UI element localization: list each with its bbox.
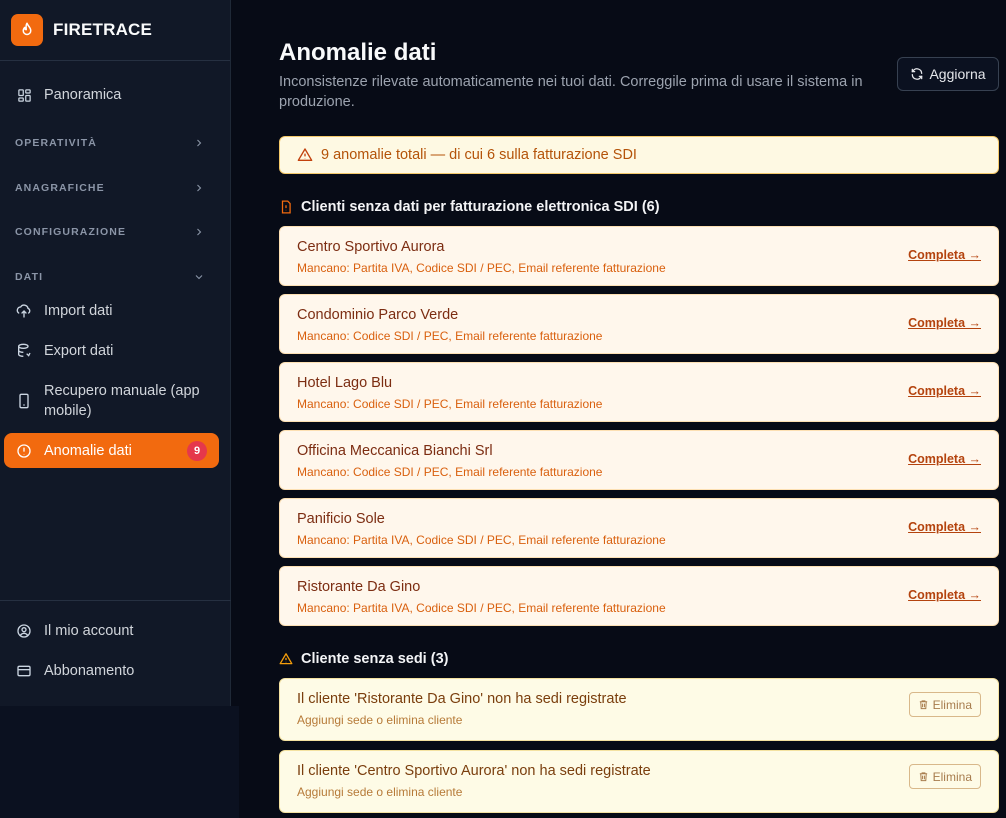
missing-fields: Mancano: Partita IVA, Codice SDI / PEC, … [297,601,666,615]
group-title-text: Cliente senza sedi (3) [301,651,449,667]
section-configurazione[interactable]: CONFIGURAZIONE [15,226,205,238]
list-item: Condominio Parco Verde Mancano: Codice S… [279,294,999,354]
missing-fields: Mancano: Partita IVA, Codice SDI / PEC, … [297,533,666,547]
list-item: Officina Meccanica Bianchi Srl Mancano: … [279,430,999,490]
dashboard-icon [16,87,32,103]
chevron-down-icon [193,271,205,283]
refresh-button[interactable]: Aggiorna [897,57,999,91]
alert-circle-icon [16,443,32,459]
refresh-icon [910,67,924,81]
sidebar-item-manual-recovery[interactable]: Recupero manuale (app mobile) [4,380,219,422]
complete-link[interactable]: Completa → [908,452,981,466]
list-item: Il cliente 'Ristorante Da Gino' non ha s… [279,678,999,741]
complete-link[interactable]: Completa → [908,520,981,534]
credit-card-icon [16,663,32,679]
complete-link[interactable]: Completa → [908,588,981,602]
page-subtitle: Inconsistenze rilevate automaticamente n… [279,74,863,110]
anomaly-hint: Aggiungi sede o elimina cliente [297,785,463,799]
sidebar-item-anomalies[interactable]: Anomalie dati 9 [4,433,219,468]
sidebar-item-panoramica[interactable]: Panoramica [4,84,219,106]
summary-text: 9 anomalie totali — di cui 6 sulla fattu… [321,147,637,163]
delete-label: Elimina [932,697,972,712]
list-item: Hotel Lago Blu Mancano: Codice SDI / PEC… [279,362,999,422]
upload-cloud-icon [16,303,32,319]
complete-link[interactable]: Completa → [908,248,981,262]
complete-link[interactable]: Completa → [908,384,981,398]
chevron-right-icon [193,226,205,238]
client-name: Officina Meccanica Bianchi Srl [297,443,493,459]
sidebar-item-import[interactable]: Import dati [4,300,219,322]
list-item: Panificio Sole Mancano: Partita IVA, Cod… [279,498,999,558]
trash-icon [918,771,929,782]
section-label: OPERATIVITÀ [15,137,97,149]
file-alert-icon [279,200,293,214]
group-title-text: Clienti senza dati per fatturazione elet… [301,199,660,215]
sidebar-item-label: Anomalie dati [44,442,132,459]
missing-fields: Mancano: Codice SDI / PEC, Email referen… [297,397,603,411]
client-name: Ristorante Da Gino [297,579,421,595]
complete-link[interactable]: Completa → [908,316,981,330]
sidebar-item-label: Panoramica [44,87,122,103]
trash-icon [918,699,929,710]
client-name: Panificio Sole [297,511,385,527]
warning-triangle-icon [279,652,293,666]
client-name: Hotel Lago Blu [297,375,393,391]
divider [0,600,231,601]
sidebar-item-label: Export dati [44,343,114,359]
count-badge: 9 [187,440,207,461]
sidebar: FIRETRACE Panoramica OPERATIVITÀ ANAGRAF… [0,0,231,706]
list-item: Centro Sportivo Aurora Mancano: Partita … [279,226,999,286]
smartphone-icon [16,393,32,409]
app-name: FIRETRACE [53,20,153,39]
section-label: DATI [15,271,44,283]
list-item: Ristorante Da Gino Mancano: Partita IVA,… [279,566,999,626]
sidebar-item-label: Abbonamento [44,663,135,679]
brand[interactable]: FIRETRACE [0,0,230,61]
anomaly-hint: Aggiungi sede o elimina cliente [297,713,463,727]
section-dati[interactable]: DATI [15,271,205,283]
refresh-label: Aggiorna [929,66,986,82]
sidebar-item-label: Il mio account [44,623,134,639]
anomaly-message: Il cliente 'Ristorante Da Gino' non ha s… [297,691,627,707]
database-export-icon [16,343,32,359]
chevron-right-icon [193,137,205,149]
page-title: Anomalie dati [279,39,437,66]
missing-fields: Mancano: Codice SDI / PEC, Email referen… [297,329,603,343]
chevron-right-icon [193,182,205,194]
section-anagrafiche[interactable]: ANAGRAFICHE [15,182,205,194]
missing-fields: Mancano: Partita IVA, Codice SDI / PEC, … [297,261,666,275]
section-operativita[interactable]: OPERATIVITÀ [15,137,205,149]
sidebar-item-label: Recupero manuale (app mobile) [44,383,200,419]
delete-button[interactable]: Elimina [908,692,981,717]
delete-button[interactable]: Elimina [908,764,981,789]
delete-label: Elimina [932,769,972,784]
sidebar-item-account[interactable]: Il mio account [4,620,219,642]
client-name: Centro Sportivo Aurora [297,239,445,255]
section-label: ANAGRAFICHE [15,182,105,194]
section-label: CONFIGURAZIONE [15,226,127,238]
flame-icon [11,14,43,46]
sidebar-item-export[interactable]: Export dati [4,340,219,362]
summary-banner: 9 anomalie totali — di cui 6 sulla fattu… [279,136,999,174]
client-name: Condominio Parco Verde [297,307,459,323]
list-item: Il cliente 'Centro Sportivo Aurora' non … [279,750,999,813]
sidebar-footer-area [0,706,239,818]
group-title-no-sites: Cliente senza sedi (3) [279,651,448,667]
group-title-sdi: Clienti senza dati per fatturazione elet… [279,199,660,215]
user-circle-icon [16,623,32,639]
anomaly-message: Il cliente 'Centro Sportivo Aurora' non … [297,763,651,779]
warning-triangle-icon [297,147,313,163]
missing-fields: Mancano: Codice SDI / PEC, Email referen… [297,465,603,479]
sidebar-item-label: Import dati [44,303,113,319]
sidebar-item-subscription[interactable]: Abbonamento [4,660,219,682]
